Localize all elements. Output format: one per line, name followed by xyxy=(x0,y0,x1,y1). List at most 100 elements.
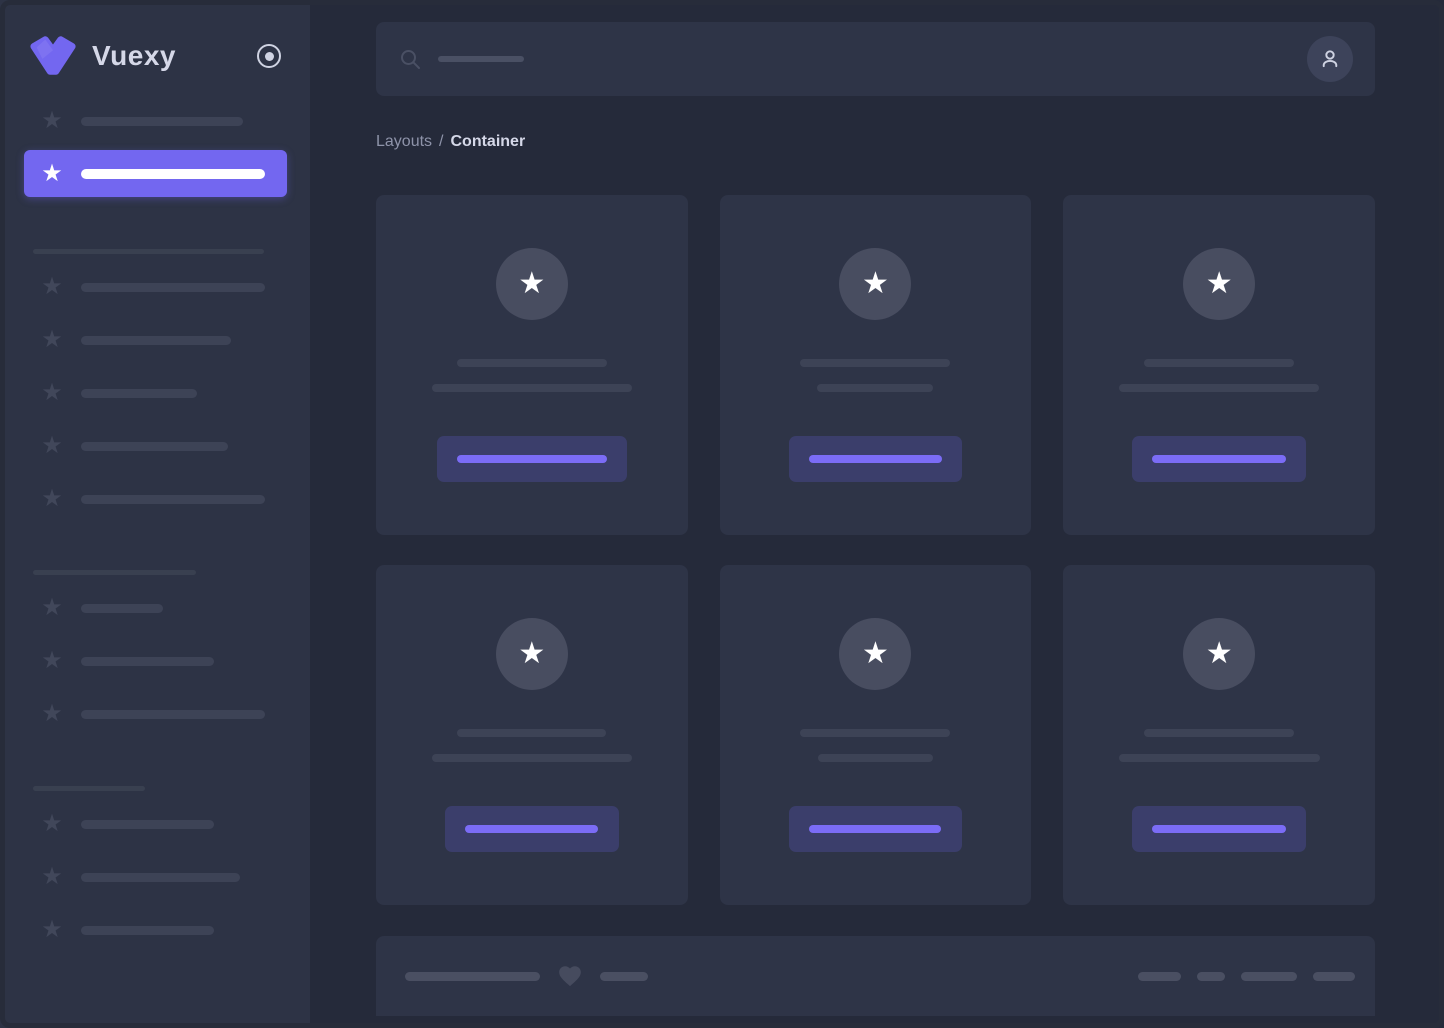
sidebar-item[interactable]: ★ xyxy=(24,593,287,623)
sidebar-section-divider xyxy=(33,249,264,254)
search-icon xyxy=(398,47,422,71)
breadcrumb: Layouts / Container xyxy=(376,132,1375,152)
card-text-skeleton xyxy=(431,384,632,392)
card-title-skeleton xyxy=(800,359,951,367)
sidebar-item-label-skeleton xyxy=(81,656,214,666)
button-label-skeleton xyxy=(465,825,599,833)
card-button[interactable] xyxy=(1132,806,1307,852)
breadcrumb-current: Container xyxy=(450,133,526,150)
star-icon: ★ xyxy=(41,700,63,727)
card-title-skeleton xyxy=(457,729,607,737)
star-icon: ★ xyxy=(41,916,63,943)
card-grid: ★ ★ ★ ★ ★ ★ xyxy=(376,195,1375,905)
star-icon: ★ xyxy=(41,159,63,187)
content-card: ★ xyxy=(719,195,1032,535)
card-button[interactable] xyxy=(1132,436,1307,482)
star-icon: ★ xyxy=(1205,267,1233,300)
app-title: Vuexy xyxy=(92,40,176,71)
content-card: ★ xyxy=(376,565,688,905)
card-title-skeleton xyxy=(1144,359,1295,367)
sidebar-item-label-skeleton xyxy=(81,819,214,829)
footer-link-skeleton xyxy=(1197,971,1225,981)
sidebar-item-label-skeleton xyxy=(81,388,197,398)
content-card: ★ xyxy=(719,565,1032,905)
sidebar-item-label-skeleton xyxy=(81,335,231,345)
card-text-skeleton xyxy=(817,754,933,762)
star-icon: ★ xyxy=(518,637,546,670)
star-icon: ★ xyxy=(41,326,63,353)
footer-link-skeleton xyxy=(1313,971,1355,981)
footer-link-skeleton xyxy=(1241,971,1297,981)
star-icon: ★ xyxy=(41,863,63,890)
card-button[interactable] xyxy=(788,436,962,482)
sidebar-item-label-skeleton xyxy=(81,494,265,504)
breadcrumb-separator: / xyxy=(439,133,444,150)
footer-text-skeleton xyxy=(600,971,648,981)
button-label-skeleton xyxy=(809,825,942,833)
sidebar-item[interactable]: ★ xyxy=(24,272,287,302)
star-icon: ★ xyxy=(518,267,546,300)
card-avatar: ★ xyxy=(839,618,912,690)
card-button[interactable] xyxy=(444,806,619,852)
card-avatar: ★ xyxy=(495,618,568,690)
card-text-skeleton xyxy=(431,754,632,762)
sidebar-item[interactable]: ★ xyxy=(24,809,287,839)
sidebar-collapse-toggle[interactable] xyxy=(255,42,283,70)
sidebar-item-active[interactable]: ★ xyxy=(24,150,287,197)
sidebar-item-label-skeleton xyxy=(81,709,265,719)
vuexy-logo-icon xyxy=(28,34,78,78)
sidebar-item[interactable]: ★ xyxy=(24,106,287,136)
footer-card xyxy=(376,936,1375,1016)
card-button[interactable] xyxy=(436,436,627,482)
star-icon: ★ xyxy=(862,267,889,300)
breadcrumb-item-layouts[interactable]: Layouts xyxy=(376,132,432,152)
card-avatar: ★ xyxy=(1183,618,1256,690)
sidebar-item-label-skeleton xyxy=(81,282,265,292)
footer-text-skeleton xyxy=(405,971,540,981)
sidebar-item-label-skeleton xyxy=(81,872,240,882)
button-label-skeleton xyxy=(808,455,942,463)
card-button[interactable] xyxy=(788,806,962,852)
content-card: ★ xyxy=(376,195,688,535)
search-placeholder-skeleton xyxy=(438,56,524,62)
sidebar-item[interactable]: ★ xyxy=(24,325,287,355)
person-icon xyxy=(1322,50,1338,68)
footer-link-skeleton xyxy=(1138,971,1181,981)
sidebar-item-label-skeleton xyxy=(81,116,243,126)
sidebar-item-label-skeleton xyxy=(81,168,265,179)
content-card: ★ xyxy=(1063,195,1375,535)
sidebar-item[interactable]: ★ xyxy=(24,699,287,729)
button-label-skeleton xyxy=(1152,825,1287,833)
star-icon: ★ xyxy=(1205,637,1233,670)
star-icon: ★ xyxy=(41,810,63,837)
search-bar[interactable] xyxy=(376,22,1375,96)
sidebar-item[interactable]: ★ xyxy=(24,862,287,892)
button-label-skeleton xyxy=(456,455,607,463)
star-icon: ★ xyxy=(41,432,63,459)
sidebar-item[interactable]: ★ xyxy=(24,646,287,676)
sidebar-item[interactable]: ★ xyxy=(24,484,287,514)
footer-left-group xyxy=(405,963,648,989)
card-title-skeleton xyxy=(1144,729,1295,737)
user-avatar-button[interactable] xyxy=(1307,36,1353,82)
star-icon: ★ xyxy=(41,485,63,512)
sidebar-nav: ★ ★ ★ ★ ★ ★ ★ ★ ★ ★ ★ ★ ★ xyxy=(0,106,310,945)
card-text-skeleton xyxy=(817,384,934,392)
card-avatar: ★ xyxy=(1183,248,1256,320)
card-avatar: ★ xyxy=(495,248,568,320)
star-icon: ★ xyxy=(41,273,63,300)
star-icon: ★ xyxy=(41,379,63,406)
sidebar-item[interactable]: ★ xyxy=(24,915,287,945)
sidebar-item-label-skeleton xyxy=(81,441,228,451)
sidebar-header: Vuexy xyxy=(0,0,310,78)
card-title-skeleton xyxy=(456,359,607,367)
sidebar-item[interactable]: ★ xyxy=(24,378,287,408)
card-avatar: ★ xyxy=(839,248,912,320)
sidebar-item-label-skeleton xyxy=(81,603,163,613)
sidebar-item[interactable]: ★ xyxy=(24,431,287,461)
main-content: Layouts / Container ★ ★ ★ ★ ★ ★ xyxy=(310,0,1444,1028)
content-card: ★ xyxy=(1063,565,1375,905)
sidebar: Vuexy ★ ★ ★ ★ ★ ★ ★ ★ ★ ★ ★ ★ ★ xyxy=(0,0,310,1028)
star-icon: ★ xyxy=(862,637,889,670)
button-label-skeleton xyxy=(1152,455,1287,463)
